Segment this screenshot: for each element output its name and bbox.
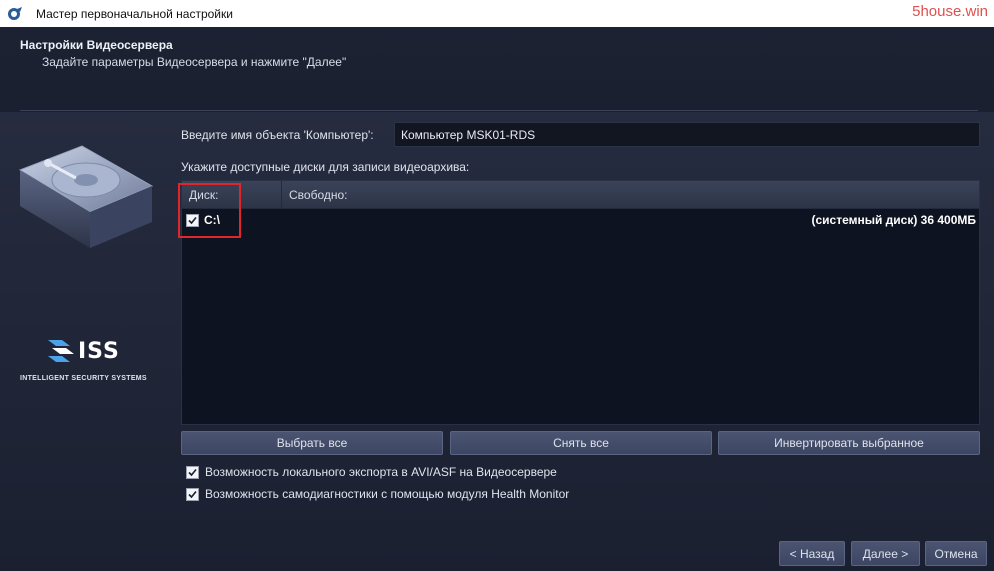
table-row[interactable]: C:\ (системный диск) 36 400МБ [182, 210, 979, 232]
column-header-free[interactable]: Свободно: [282, 181, 348, 209]
hard-disk-icon [16, 140, 156, 260]
title-bar: Мастер первоначальной настройки 5house.w… [0, 0, 994, 27]
option-health-monitor[interactable]: Возможность самодиагностики с помощью мо… [186, 487, 569, 501]
clear-all-button[interactable]: Снять все [450, 431, 712, 455]
avi-export-checkbox[interactable] [186, 465, 199, 479]
option-avi-export[interactable]: Возможность локального экспорта в AVI/AS… [186, 465, 557, 479]
iss-logo-text: ISS [78, 338, 120, 364]
wizard-header: Настройки Видеосервера Задайте параметры… [0, 27, 994, 112]
object-name-label: Введите имя объекта 'Компьютер': [181, 128, 374, 142]
app-wizard-icon [6, 5, 24, 23]
window-title: Мастер первоначальной настройки [36, 6, 233, 21]
disk-table: Диск: Свободно: C:\ (системный диск) 36 … [181, 180, 980, 425]
iss-logo: ISS [46, 338, 120, 364]
page-title: Настройки Видеосервера [20, 38, 173, 52]
avi-export-label: Возможность локального экспорта в AVI/AS… [205, 465, 557, 479]
cancel-button[interactable]: Отмена [925, 541, 987, 566]
health-monitor-label: Возможность самодиагностики с помощью мо… [205, 487, 570, 501]
iss-caption: INTELLIGENT SECURITY SYSTEMS [20, 375, 147, 382]
invert-selection-button[interactable]: Инвертировать выбранное [718, 431, 980, 455]
disk-table-header: Диск: Свободно: [182, 181, 979, 209]
iss-logo-mark-icon [48, 340, 74, 362]
highlight-annotation [178, 183, 241, 238]
page-subtitle: Задайте параметры Видеосервера и нажмите… [42, 55, 347, 69]
disks-label: Укажите доступные диски для записи видео… [181, 160, 470, 174]
back-button[interactable]: < Назад [779, 541, 845, 566]
watermark: 5house.win [912, 3, 988, 20]
next-button[interactable]: Далее > [851, 541, 920, 566]
header-divider [20, 110, 978, 111]
select-all-button[interactable]: Выбрать все [181, 431, 443, 455]
disk-free-space: (системный диск) 36 400МБ [811, 213, 976, 227]
health-monitor-checkbox[interactable] [186, 487, 199, 501]
object-name-input[interactable] [394, 122, 980, 147]
